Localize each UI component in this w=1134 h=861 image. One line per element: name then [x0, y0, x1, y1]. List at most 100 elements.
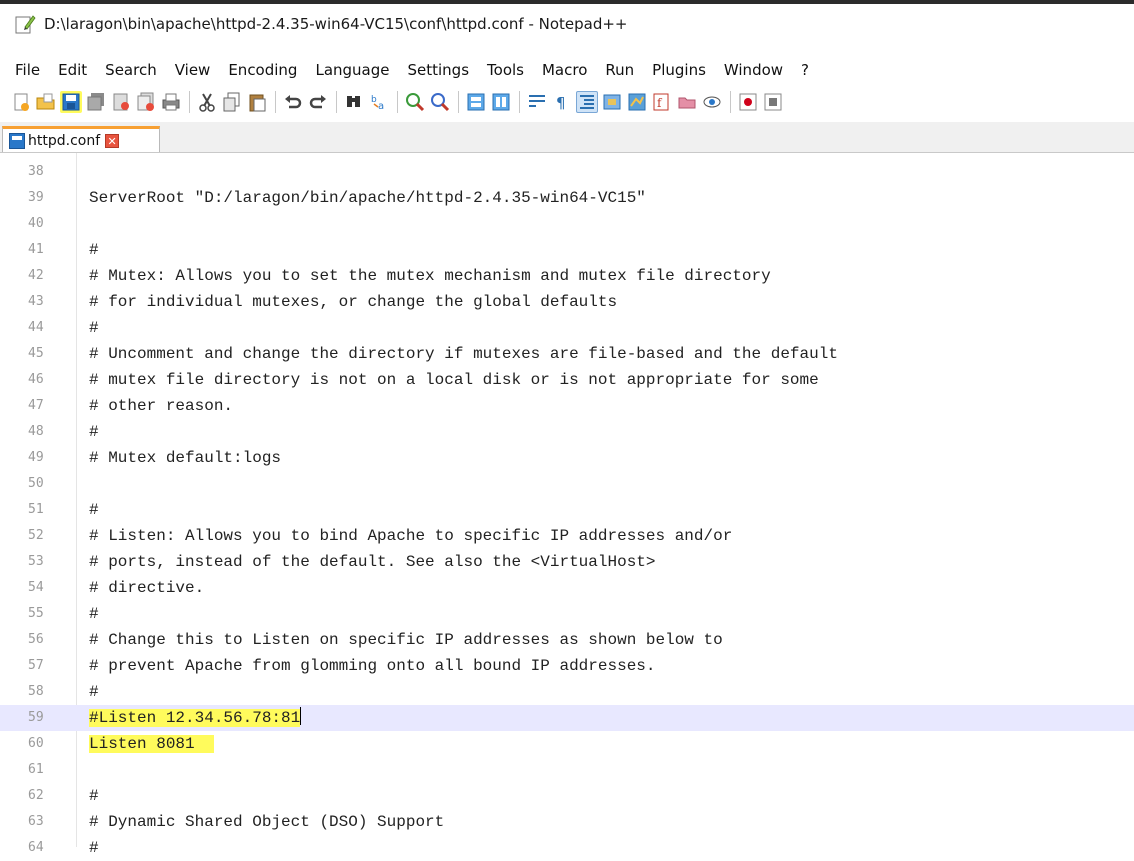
monitoring-icon[interactable]: [701, 91, 723, 113]
zoom-out-icon[interactable]: [429, 91, 451, 113]
current-line[interactable]: 59 #Listen 12.34.56.78:81: [0, 705, 1134, 731]
undo-icon[interactable]: [282, 91, 304, 113]
new-file-icon[interactable]: [10, 91, 32, 113]
code-line[interactable]: 58 #: [0, 679, 1134, 705]
code-line[interactable]: 43 # for individual mutexes, or change th…: [0, 289, 1134, 315]
code-line[interactable]: 56 # Change this to Listen on specific IP…: [0, 627, 1134, 653]
toolbar-separator: [336, 91, 337, 113]
code-line[interactable]: 50: [0, 471, 1134, 497]
code-line[interactable]: 48 #: [0, 419, 1134, 445]
redo-icon[interactable]: [307, 91, 329, 113]
stop-recording-icon[interactable]: [762, 91, 784, 113]
menu-file[interactable]: File: [15, 61, 40, 79]
menu-encoding[interactable]: Encoding: [228, 61, 297, 79]
menu-settings[interactable]: Settings: [408, 61, 470, 79]
paste-icon[interactable]: [246, 91, 268, 113]
code-line[interactable]: 54 # directive.: [0, 575, 1134, 601]
user-defined-language-icon[interactable]: [601, 91, 623, 113]
code-line[interactable]: 41 #: [0, 237, 1134, 263]
menu-window[interactable]: Window: [724, 61, 783, 79]
menu-edit[interactable]: Edit: [58, 61, 87, 79]
code-text: #: [89, 423, 99, 441]
code-line[interactable]: 47 # other reason.: [0, 393, 1134, 419]
line-number: 58: [28, 684, 44, 699]
notepad-plus-plus-icon: [14, 13, 36, 35]
code-line[interactable]: 61: [0, 757, 1134, 783]
save-icon[interactable]: [60, 91, 82, 113]
code-line[interactable]: 49 # Mutex default:logs: [0, 445, 1134, 471]
code-line[interactable]: 55 #: [0, 601, 1134, 627]
title-bar: D:\laragon\bin\apache\httpd-2.4.35-win64…: [0, 0, 1134, 44]
code-line[interactable]: 40: [0, 211, 1134, 237]
code-text: # other reason.: [89, 397, 234, 415]
line-number: 44: [28, 320, 44, 335]
highlight-mark: Listen 8081: [89, 735, 195, 753]
close-all-icon[interactable]: [135, 91, 157, 113]
tab-httpd-conf[interactable]: httpd.conf ✕: [2, 126, 160, 152]
code-line[interactable]: 44 #: [0, 315, 1134, 341]
sync-horizontal-icon[interactable]: [490, 91, 512, 113]
cut-icon[interactable]: [196, 91, 218, 113]
menu-bar: File Edit Search View Encoding Language Settin…: [0, 56, 811, 84]
menu-tools[interactable]: Tools: [487, 61, 524, 79]
code-text: # directive.: [89, 579, 205, 597]
line-number: 57: [28, 658, 44, 673]
find-icon[interactable]: [343, 91, 365, 113]
code-line[interactable]: 39 ServerRoot "D:/laragon/bin/apache/http…: [0, 185, 1134, 211]
code-line[interactable]: 45 # Uncomment and change the directory i…: [0, 341, 1134, 367]
code-text: # Change this to Listen on specific IP a…: [89, 631, 723, 649]
svg-text:a: a: [378, 101, 384, 112]
line-number: 61: [28, 762, 44, 777]
menu-search[interactable]: Search: [105, 61, 157, 79]
editor-pane[interactable]: 38 39 ServerRoot "D:/laragon/bin/apache/ht…: [0, 153, 1134, 857]
code-line[interactable]: 64 #: [0, 835, 1134, 861]
menu-plugins[interactable]: Plugins: [652, 61, 706, 79]
folder-as-workspace-icon[interactable]: [676, 91, 698, 113]
menu-run[interactable]: Run: [605, 61, 634, 79]
line-number: 62: [28, 788, 44, 803]
close-file-icon[interactable]: [110, 91, 132, 113]
save-all-icon[interactable]: [85, 91, 107, 113]
menu-macro[interactable]: Macro: [542, 61, 587, 79]
code-line[interactable]: 46 # mutex file directory is not on a loc…: [0, 367, 1134, 393]
code-line[interactable]: 62 #: [0, 783, 1134, 809]
line-number: 41: [28, 242, 44, 257]
code-line[interactable]: 53 # ports, instead of the default. See a…: [0, 549, 1134, 575]
print-icon[interactable]: [160, 91, 182, 113]
code-text: #: [89, 605, 99, 623]
text-caret: [300, 707, 302, 725]
zoom-in-icon[interactable]: [404, 91, 426, 113]
code-line[interactable]: 51 #: [0, 497, 1134, 523]
code-line[interactable]: 60 Listen 8081: [0, 731, 1134, 757]
code-line[interactable]: 38: [0, 159, 1134, 185]
code-line[interactable]: 42 # Mutex: Allows you to set the mutex m…: [0, 263, 1134, 289]
code-line[interactable]: 52 # Listen: Allows you to bind Apache to…: [0, 523, 1134, 549]
record-macro-icon[interactable]: [737, 91, 759, 113]
code-line[interactable]: 57 # prevent Apache from glomming onto al…: [0, 653, 1134, 679]
code-text: # Mutex: Allows you to set the mutex mec…: [89, 267, 771, 285]
line-number: 40: [28, 216, 44, 231]
highlighted-code-text: Listen 8081: [89, 731, 214, 757]
document-map-icon[interactable]: [626, 91, 648, 113]
menu-view[interactable]: View: [175, 61, 211, 79]
code-text: ServerRoot "D:/laragon/bin/apache/httpd-…: [89, 189, 646, 207]
replace-icon[interactable]: ba: [368, 91, 390, 113]
code-text: # prevent Apache from glomming onto all …: [89, 657, 656, 675]
copy-icon[interactable]: [221, 91, 243, 113]
open-file-icon[interactable]: [35, 91, 57, 113]
code-text: # Mutex default:logs: [89, 449, 282, 467]
line-number: 54: [28, 580, 44, 595]
line-number: 53: [28, 554, 44, 569]
toolbar-separator: [397, 91, 398, 113]
code-line[interactable]: 63 # Dynamic Shared Object (DSO) Support: [0, 809, 1134, 835]
show-all-characters-icon[interactable]: ¶: [551, 91, 573, 113]
sync-vertical-icon[interactable]: [465, 91, 487, 113]
line-number: 43: [28, 294, 44, 309]
close-tab-icon[interactable]: ✕: [105, 133, 120, 148]
indent-guide-icon[interactable]: [576, 91, 598, 113]
menu-help[interactable]: ?: [801, 61, 809, 79]
word-wrap-icon[interactable]: [526, 91, 548, 113]
function-list-icon[interactable]: f: [651, 91, 673, 113]
menu-language[interactable]: Language: [315, 61, 389, 79]
code-text: # Uncomment and change the directory if …: [89, 345, 838, 363]
